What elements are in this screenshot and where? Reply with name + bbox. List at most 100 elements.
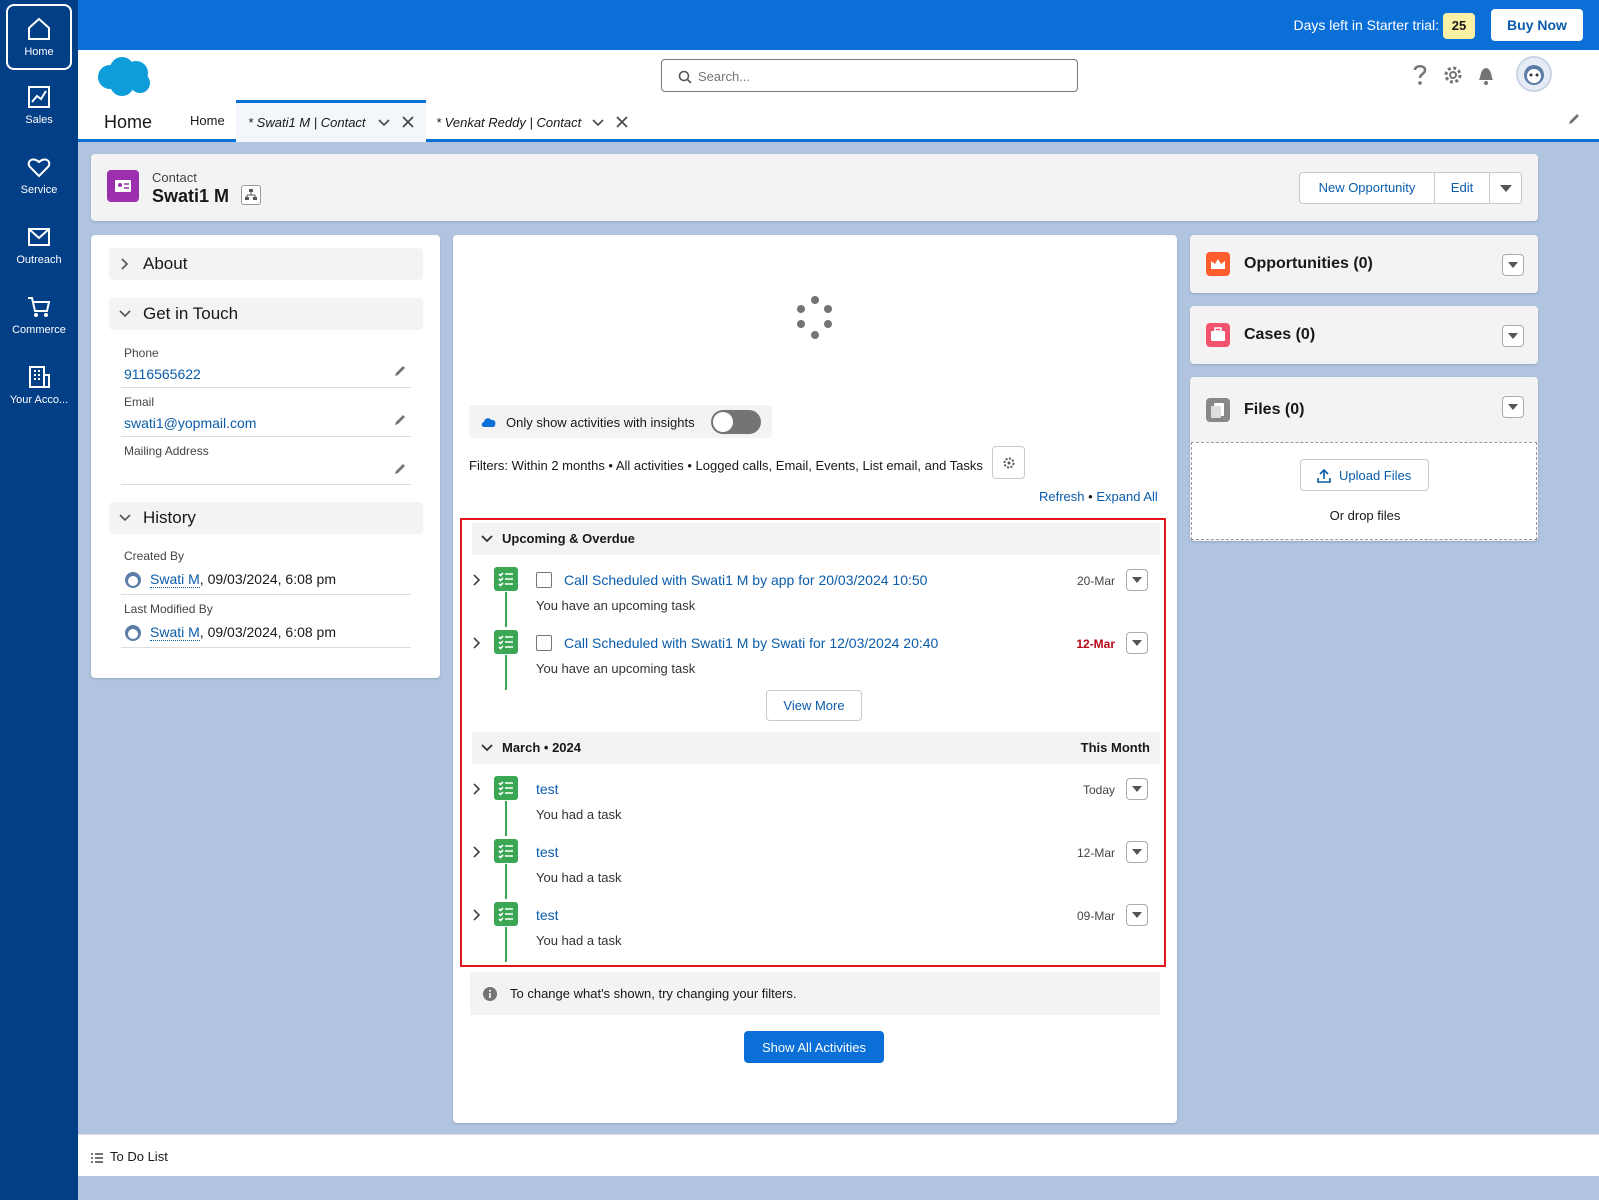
trial-banner: Days left in Starter trial: 25 Buy Now bbox=[78, 0, 1599, 50]
filter-info-text: To change what's shown, try changing you… bbox=[510, 986, 797, 1001]
phone-value[interactable]: 9116565622 bbox=[124, 366, 201, 382]
history-section-toggle[interactable]: History bbox=[109, 502, 423, 534]
chevron-right-icon[interactable] bbox=[472, 574, 482, 586]
filter-info-bar: To change what's shown, try changing you… bbox=[470, 972, 1160, 1015]
about-section-toggle[interactable]: About bbox=[109, 248, 423, 280]
search-input[interactable] bbox=[698, 66, 1058, 86]
activity-title-link[interactable]: test bbox=[536, 781, 559, 797]
filter-settings-button[interactable] bbox=[992, 446, 1025, 479]
edit-button[interactable]: Edit bbox=[1435, 173, 1490, 203]
card-title[interactable]: Opportunities (0) bbox=[1244, 255, 1373, 273]
edit-nav-pencil-icon[interactable] bbox=[1567, 112, 1581, 126]
divider bbox=[121, 647, 411, 648]
activity-menu-button[interactable] bbox=[1126, 841, 1148, 863]
gear-icon bbox=[1003, 457, 1015, 469]
file-drop-zone[interactable]: Upload Files Or drop files bbox=[1191, 442, 1537, 540]
todo-list-button[interactable]: To Do List bbox=[90, 1149, 168, 1164]
chevron-right-icon[interactable] bbox=[472, 846, 482, 858]
rail-label: Your Acco... bbox=[9, 394, 69, 406]
modified-by-user-link[interactable]: Swati M bbox=[150, 624, 200, 641]
upload-files-button[interactable]: Upload Files bbox=[1300, 459, 1429, 491]
close-icon[interactable] bbox=[616, 116, 628, 128]
activity-title-link[interactable]: test bbox=[536, 907, 559, 923]
month-group-header[interactable]: March • 2024 This Month bbox=[472, 732, 1160, 764]
avatar[interactable] bbox=[1516, 56, 1552, 92]
activity-menu-button[interactable] bbox=[1126, 778, 1148, 800]
rail-item-your-account[interactable]: Your Acco... bbox=[6, 354, 72, 420]
activity-title-link[interactable]: Call Scheduled with Swati1 M by app for … bbox=[564, 572, 927, 588]
cases-card: Cases (0) bbox=[1190, 306, 1538, 364]
edit-address-pencil-icon[interactable] bbox=[393, 462, 407, 476]
tab-venkat-contact[interactable]: * Venkat Reddy | Contact bbox=[428, 100, 638, 142]
created-by-user-link[interactable]: Swati M bbox=[150, 571, 200, 588]
card-menu-button[interactable] bbox=[1502, 396, 1524, 418]
section-title: About bbox=[143, 254, 188, 273]
activity-subtitle: You had a task bbox=[536, 870, 622, 885]
more-actions-button[interactable] bbox=[1490, 173, 1521, 203]
card-menu-button[interactable] bbox=[1502, 254, 1524, 276]
rail-item-commerce[interactable]: Commerce bbox=[6, 284, 72, 350]
rail-item-home[interactable]: Home bbox=[6, 4, 72, 70]
help-icon[interactable] bbox=[1410, 63, 1430, 87]
edit-email-pencil-icon[interactable] bbox=[393, 413, 407, 427]
email-value[interactable]: swati1@yopmail.com bbox=[124, 415, 256, 431]
modified-by-row: Swati M, 09/03/2024, 6:08 pm bbox=[150, 624, 336, 641]
chart-icon bbox=[28, 86, 50, 108]
caret-down-icon bbox=[1500, 185, 1512, 192]
get-in-touch-section-toggle[interactable]: Get in Touch bbox=[109, 298, 423, 330]
activity-menu-button[interactable] bbox=[1126, 904, 1148, 926]
close-icon[interactable] bbox=[402, 116, 414, 128]
activity-menu-button[interactable] bbox=[1126, 632, 1148, 654]
chevron-down-icon bbox=[481, 744, 493, 752]
task-complete-checkbox[interactable] bbox=[536, 572, 552, 588]
rail-item-service[interactable]: Service bbox=[6, 144, 72, 210]
global-search[interactable] bbox=[661, 59, 1078, 92]
hierarchy-button[interactable] bbox=[241, 185, 261, 205]
files-card: Files (0) Upload Files Or drop files bbox=[1190, 377, 1538, 541]
new-opportunity-button[interactable]: New Opportunity bbox=[1300, 173, 1435, 203]
rail-item-sales[interactable]: Sales bbox=[6, 74, 72, 140]
task-complete-checkbox[interactable] bbox=[536, 635, 552, 651]
global-header: Home Home * Swati1 M | Contact * Venkat … bbox=[78, 50, 1599, 142]
salesforce-cloud-logo bbox=[98, 57, 150, 96]
einstein-cloud-icon bbox=[481, 418, 496, 427]
refresh-link[interactable]: Refresh bbox=[1039, 489, 1085, 504]
expand-all-link[interactable]: Expand All bbox=[1096, 489, 1157, 504]
contact-icon bbox=[107, 170, 139, 202]
edit-phone-pencil-icon[interactable] bbox=[393, 364, 407, 378]
chevron-down-icon[interactable] bbox=[592, 119, 604, 127]
trial-text: Days left in Starter trial: bbox=[1293, 17, 1440, 33]
chevron-right-icon bbox=[121, 258, 129, 270]
loading-spinner-icon bbox=[797, 296, 832, 339]
gear-icon[interactable] bbox=[1442, 64, 1464, 86]
view-more-button[interactable]: View More bbox=[766, 690, 862, 721]
drop-files-text: Or drop files bbox=[1329, 508, 1401, 523]
rail-label: Home bbox=[24, 46, 54, 58]
rail-item-outreach[interactable]: Outreach bbox=[6, 214, 72, 280]
card-menu-button[interactable] bbox=[1502, 325, 1524, 347]
activity-date: 09-Mar bbox=[1076, 909, 1115, 923]
tab-swati1-contact[interactable]: * Swati1 M | Contact bbox=[236, 100, 426, 142]
chevron-right-icon[interactable] bbox=[472, 637, 482, 649]
chevron-right-icon[interactable] bbox=[472, 783, 482, 795]
show-all-activities-button[interactable]: Show All Activities bbox=[744, 1031, 884, 1063]
task-icon bbox=[494, 567, 518, 591]
card-title[interactable]: Files (0) bbox=[1244, 401, 1304, 419]
tab-home[interactable]: Home bbox=[190, 103, 240, 143]
activity-menu-button[interactable] bbox=[1126, 569, 1148, 591]
task-icon bbox=[494, 776, 518, 800]
buy-now-button[interactable]: Buy Now bbox=[1491, 9, 1583, 41]
bell-icon[interactable] bbox=[1476, 64, 1496, 86]
chevron-right-icon[interactable] bbox=[472, 909, 482, 921]
refresh-expand-row: Refresh • Expand All bbox=[1039, 489, 1158, 504]
email-label: Email bbox=[124, 395, 155, 409]
activity-title-link[interactable]: Call Scheduled with Swati1 M by Swati fo… bbox=[564, 635, 938, 651]
activity-title-link[interactable]: test bbox=[536, 844, 559, 860]
divider bbox=[121, 484, 411, 485]
timeline-line bbox=[505, 801, 507, 836]
card-title[interactable]: Cases (0) bbox=[1244, 326, 1315, 344]
upcoming-overdue-group-header[interactable]: Upcoming & Overdue bbox=[472, 523, 1160, 555]
chevron-down-icon[interactable] bbox=[378, 119, 390, 127]
insights-toggle-switch[interactable] bbox=[711, 410, 761, 434]
task-icon bbox=[494, 839, 518, 863]
